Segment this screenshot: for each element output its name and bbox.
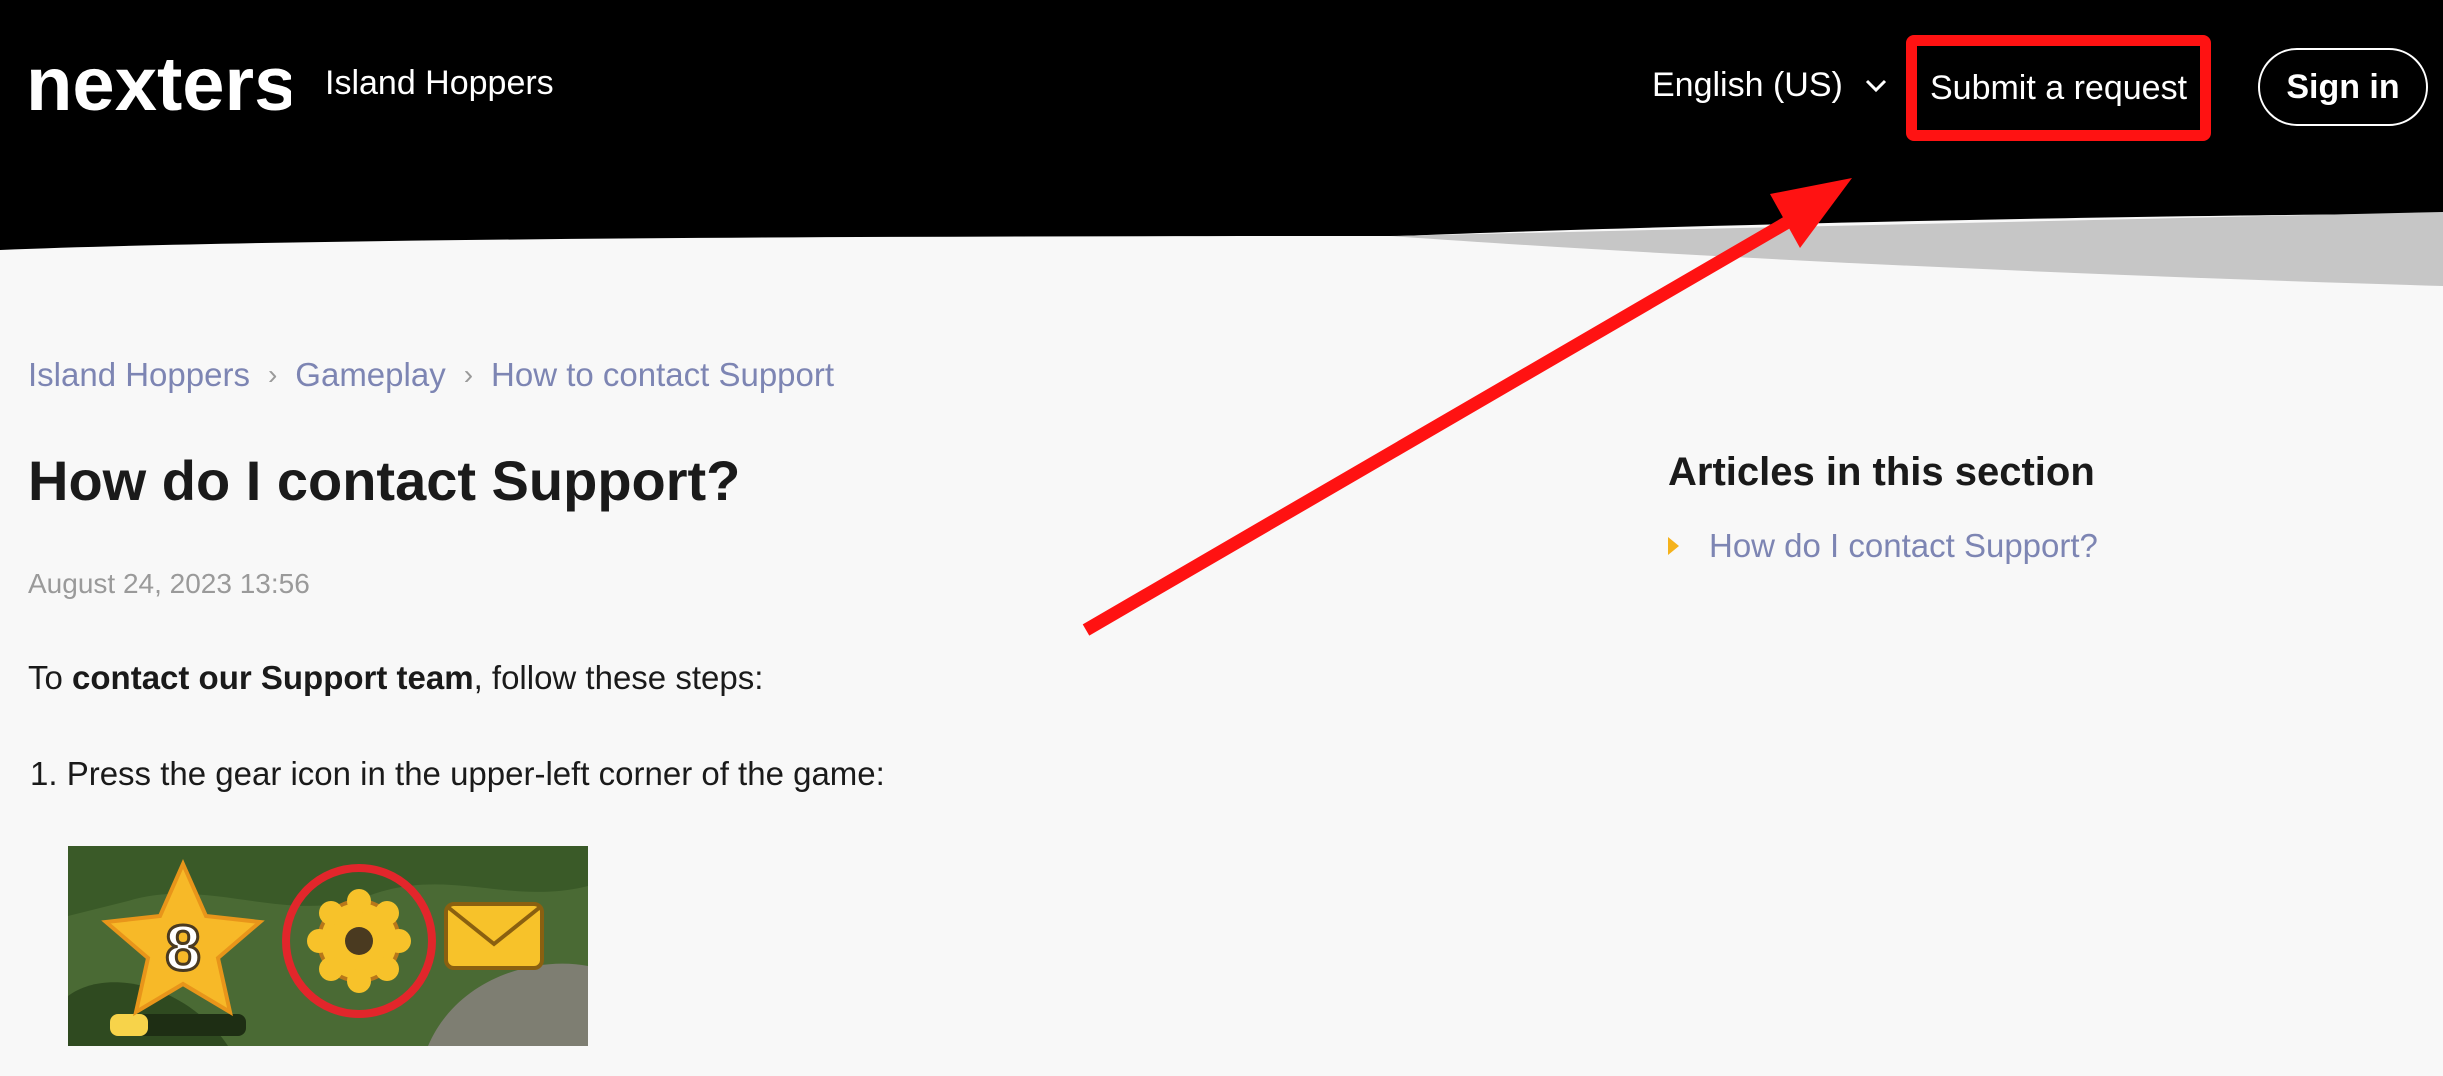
bullet-icon [1668,537,1679,555]
language-label: English (US) [1652,66,1843,104]
chevron-down-icon [1865,79,1886,92]
intro-bold: contact our Support team [72,659,474,696]
sign-in-button[interactable]: Sign in [2258,48,2428,126]
breadcrumb-item-island-hoppers[interactable]: Island Hoppers [28,356,250,394]
article-date: August 24, 2023 13:56 [28,568,310,599]
intro-prefix: To [28,659,73,696]
breadcrumb-item-gameplay[interactable]: Gameplay [295,356,445,394]
article-title: How do I contact Support? [28,449,741,512]
logo-text: nexters [26,44,291,127]
article-intro: To contact our Support team, follow thes… [28,659,763,697]
nexters-logo[interactable]: nexters [26,42,296,128]
site-header: nexters Island Hoppers English (US) Subm… [0,0,2443,290]
sidebar-article-label: How do I contact Support? [1709,527,2098,564]
submit-request-button[interactable]: Submit a request [1906,35,2211,141]
brand-title[interactable]: Island Hoppers [325,64,554,103]
language-selector[interactable]: English (US) [1652,66,1887,105]
breadcrumb: Island Hoppers › Gameplay › How to conta… [28,356,834,394]
sidebar-article-link[interactable]: How do I contact Support? [1668,527,2098,565]
game-screenshot: 8 [68,846,588,1046]
sidebar-title: Articles in this section [1668,450,2095,494]
breadcrumb-separator: › [267,359,278,390]
breadcrumb-separator: › [463,359,474,390]
intro-suffix: , follow these steps: [473,659,764,696]
gear-icon [282,864,436,1018]
step-item: 1. Press the gear icon in the upper-left… [30,755,885,792]
mail-icon [444,902,544,970]
level-number: 8 [165,912,201,984]
breadcrumb-item-how-to-contact-support[interactable]: How to contact Support [491,356,834,394]
